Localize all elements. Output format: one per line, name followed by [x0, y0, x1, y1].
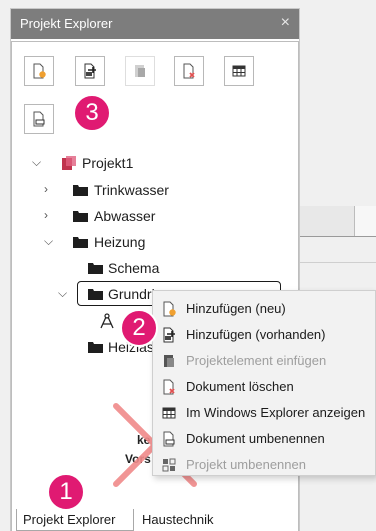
app-root: Projekt Explorer × ⌵ Projekt1 › Trinkwas…	[0, 0, 376, 531]
tree-item-trinkwasser[interactable]: › Trinkwasser	[44, 179, 244, 201]
grid-icon	[232, 65, 246, 77]
step-badge-2: 2	[120, 309, 158, 347]
document-import-icon	[84, 63, 96, 79]
document-delete-icon	[183, 63, 195, 79]
tab-label: Haustechnik	[142, 512, 214, 527]
tree-item-project-root[interactable]: ⌵ Projekt1	[32, 152, 232, 174]
project-rename-icon	[162, 458, 176, 472]
menu-item-label: Projekt umbenennen	[186, 457, 306, 472]
grid-icon	[162, 407, 176, 419]
menu-item-show-in-explorer[interactable]: Im Windows Explorer anzeigen	[153, 400, 376, 425]
tree-item-heizung[interactable]: ⌵ Heizung	[44, 231, 244, 253]
tree-item-schema[interactable]: Schema	[88, 257, 268, 279]
document-delete-icon	[163, 379, 175, 395]
menu-item-label: Projektelement einfügen	[186, 353, 327, 368]
paste-element-button[interactable]	[125, 56, 155, 86]
menu-item-add-existing[interactable]: Hinzufügen (vorhanden)	[153, 322, 376, 347]
background-divider-lower	[300, 262, 376, 263]
paste-icon	[164, 355, 174, 367]
context-menu: Hinzufügen (neu) Hinzufügen (vorhanden) …	[152, 290, 376, 476]
document-import-icon	[163, 327, 175, 343]
folder-icon	[73, 211, 88, 222]
tab-haustechnik[interactable]: Haustechnik	[136, 509, 236, 531]
folder-icon	[73, 185, 88, 196]
menu-item-paste-element[interactable]: Projektelement einfügen	[153, 348, 376, 373]
delete-document-button[interactable]	[174, 56, 204, 86]
document-add-icon	[163, 301, 176, 317]
tree-item-abwasser[interactable]: › Abwasser	[44, 205, 244, 227]
folder-icon	[88, 263, 103, 274]
tab-projekt-explorer[interactable]: Projekt Explorer	[16, 509, 134, 531]
document-rename-icon	[33, 111, 45, 127]
close-icon[interactable]: ×	[281, 14, 290, 32]
tree-item-label: Schema	[108, 260, 160, 276]
chevron-down-icon: ⌵	[44, 234, 54, 248]
document-add-icon	[33, 63, 46, 79]
step-badge-1: 1	[47, 473, 85, 511]
tree-item-label: Projekt1	[82, 155, 134, 171]
folder-icon	[88, 289, 103, 300]
show-in-explorer-button[interactable]	[224, 56, 254, 86]
add-existing-button[interactable]	[75, 56, 105, 86]
step-badge-3: 3	[73, 94, 111, 132]
panel-titlebar: Projekt Explorer ×	[11, 9, 299, 39]
tree-item-label: Heizung	[94, 234, 146, 250]
tab-label: Projekt Explorer	[23, 512, 116, 527]
menu-item-label: Im Windows Explorer anzeigen	[186, 405, 366, 420]
menu-item-delete-document[interactable]: Dokument löschen	[153, 374, 376, 399]
folder-icon	[88, 342, 103, 353]
compass-icon	[100, 313, 114, 329]
project-icon	[62, 156, 76, 170]
panel-title: Projekt Explorer	[20, 16, 113, 31]
chevron-right-icon: ›	[44, 208, 48, 222]
menu-item-label: Dokument umbenennen	[186, 431, 325, 446]
menu-item-rename-project[interactable]: Projekt umbenennen	[153, 452, 376, 477]
chevron-right-icon: ›	[44, 182, 48, 196]
tree-item-label: Abwasser	[94, 208, 156, 224]
folder-open-icon	[73, 237, 88, 248]
rename-document-button[interactable]	[24, 104, 54, 134]
chevron-down-icon: ⌵	[58, 286, 68, 300]
menu-item-add-new[interactable]: Hinzufügen (neu)	[153, 296, 376, 321]
paste-icon	[135, 65, 145, 77]
document-rename-icon	[163, 431, 175, 447]
menu-item-label: Hinzufügen (vorhanden)	[186, 327, 326, 342]
chevron-down-icon: ⌵	[32, 155, 42, 169]
tree-item-label: Grundri	[108, 286, 155, 302]
tree-item-label: Trinkwasser	[94, 182, 169, 198]
menu-item-rename-document[interactable]: Dokument umbenennen	[153, 426, 376, 451]
bottom-tab-bar: Projekt Explorer Haustechnik	[0, 509, 300, 531]
new-document-button[interactable]	[24, 56, 54, 86]
menu-item-label: Dokument löschen	[186, 379, 294, 394]
menu-item-label: Hinzufügen (neu)	[186, 301, 286, 316]
background-tab-edge	[354, 206, 376, 236]
